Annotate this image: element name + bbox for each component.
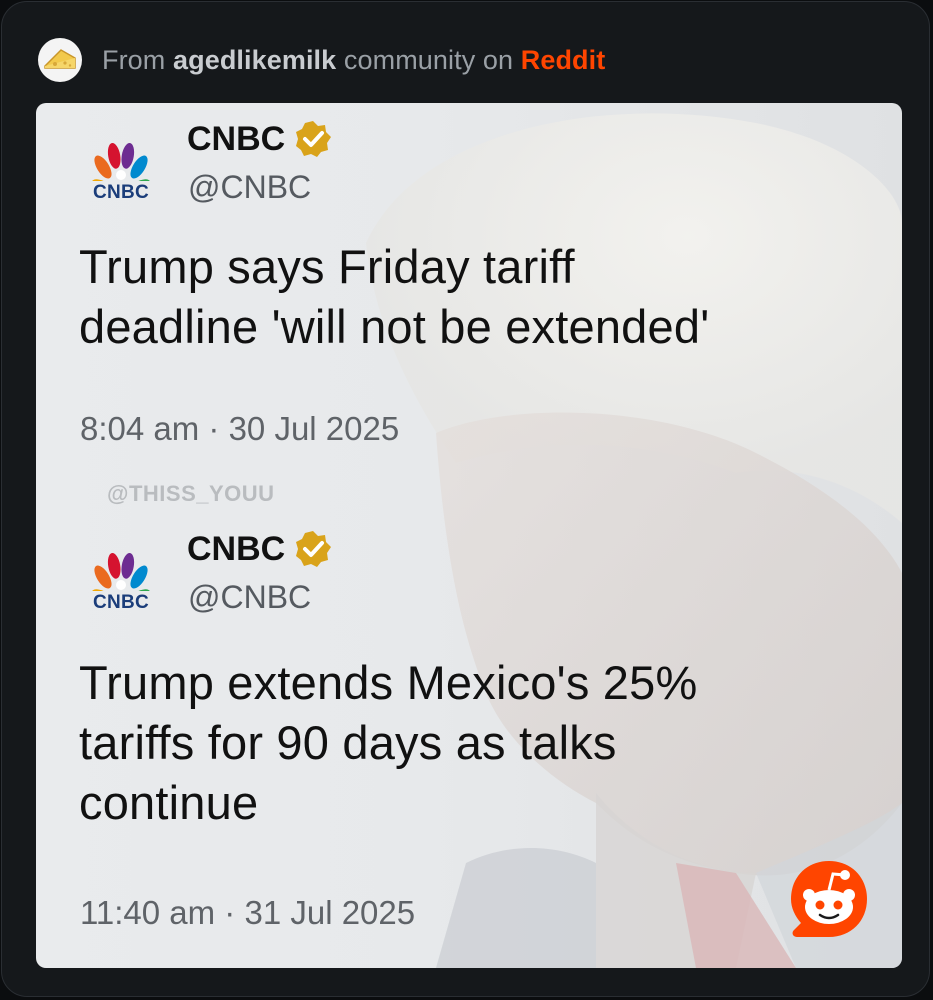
tweet-text: Trump says Friday tariff deadline 'will … [79,240,710,353]
cnbc-logo[interactable]: CNBC [76,535,166,625]
account-name-text: CNBC [187,529,286,568]
from-middle: community on [336,44,521,75]
meme-image: CNBC CNBC @CNBC Trump says Friday tariff… [36,103,902,968]
post-frame: From agedlikemilk community on Reddit CN… [1,1,930,997]
reddit-link[interactable]: Reddit [521,45,606,75]
source-header: From agedlikemilk community on Reddit [38,38,605,82]
account-handle[interactable]: @CNBC [188,579,311,616]
account-name[interactable]: CNBC [187,529,333,569]
community-avatar[interactable] [38,38,82,82]
cnbc-logo[interactable]: CNBC [76,125,166,215]
community-link[interactable]: agedlikemilk [173,45,336,75]
peacock-icon [91,552,151,591]
account-handle[interactable]: @CNBC [188,169,311,206]
watermark: @THISS_YOUU [107,481,275,506]
from-prefix: From [102,44,173,75]
account-name[interactable]: CNBC [187,119,333,159]
verified-badge-icon [296,531,332,567]
tweet-timestamp[interactable]: 8:04 am · 30 Jul 2025 [80,410,399,448]
cheese-icon [44,49,76,69]
source-text: From agedlikemilk community on Reddit [102,45,605,76]
tweet-timestamp[interactable]: 11:40 am · 31 Jul 2025 [80,894,415,932]
reddit-snoo-icon [791,861,867,937]
verified-badge-icon [296,121,332,157]
peacock-icon [91,142,151,181]
tweet-text: Trump extends Mexico's 25% tariffs for 9… [79,656,698,829]
cnbc-logo-word: CNBC [92,181,150,203]
account-name-text: CNBC [187,119,286,158]
cnbc-logo-word: CNBC [92,591,150,613]
